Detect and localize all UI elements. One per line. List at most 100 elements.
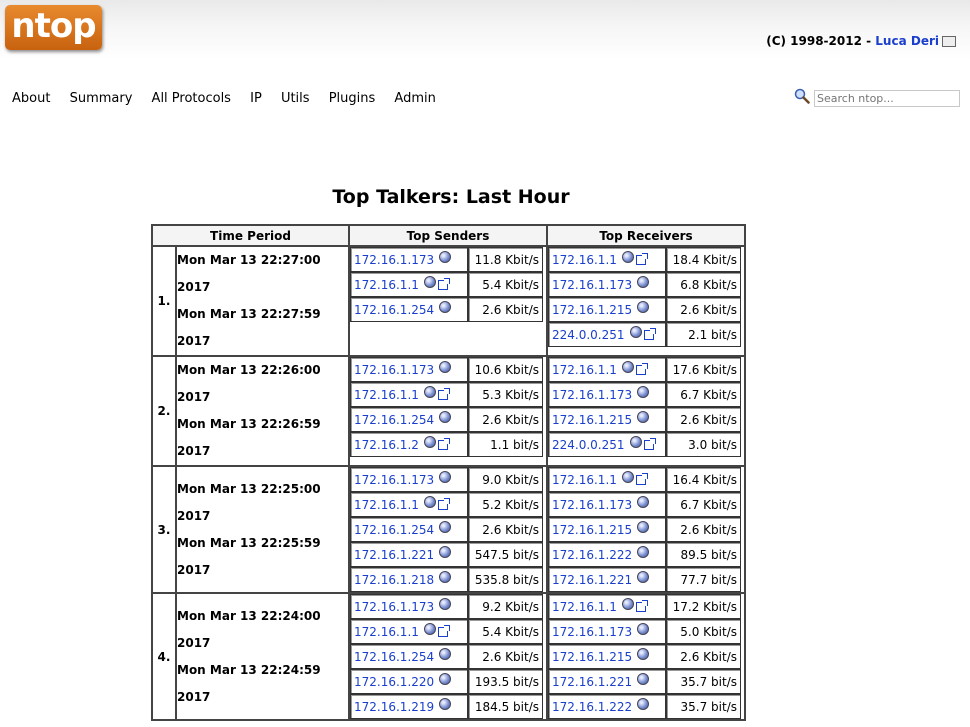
host-link[interactable]: 172.16.1.254 [354, 650, 434, 664]
host-cell: 172.16.1.218 [350, 567, 468, 592]
sender-row: 172.16.1.254 2.6 Kbit/s [350, 644, 543, 669]
globe-icon [423, 385, 436, 398]
throughput-value: 2.6 Kbit/s [468, 644, 543, 669]
ntop-logo[interactable]: ntop [5, 5, 102, 50]
period-start: Mon Mar 13 22:24:00 2017 [177, 608, 321, 650]
host-cell: 172.16.1.221 [548, 567, 666, 592]
nav-ip[interactable]: IP [250, 91, 262, 106]
receiver-row: 172.16.1.215 2.6 Kbit/s [548, 407, 741, 432]
top-receivers-cell: 172.16.1.1 16.4 Kbit/s 172.16.1.173 6.7 Kbi… [546, 465, 746, 594]
host-link[interactable]: 172.16.1.215 [552, 413, 632, 427]
host-cell: 172.16.1.1 [350, 382, 468, 407]
external-link-icon[interactable] [437, 498, 450, 510]
host-link[interactable]: 172.16.1.1 [354, 388, 419, 402]
rank-cell: 2. [151, 355, 177, 467]
external-link-icon[interactable] [437, 438, 450, 450]
host-cell: 172.16.1.254 [350, 407, 468, 432]
host-link[interactable]: 224.0.0.251 [552, 328, 625, 342]
external-link-icon[interactable] [635, 253, 648, 265]
host-link[interactable]: 172.16.1.215 [552, 650, 632, 664]
host-link[interactable]: 172.16.1.173 [552, 625, 632, 639]
host-cell: 172.16.1.173 [548, 382, 666, 407]
external-link-icon[interactable] [437, 625, 450, 637]
host-link[interactable]: 172.16.1.1 [354, 278, 419, 292]
host-cell: 172.16.1.221 [548, 669, 666, 694]
host-link[interactable]: 172.16.1.221 [552, 573, 632, 587]
host-link[interactable]: 172.16.1.221 [552, 675, 632, 689]
globe-icon [439, 647, 452, 660]
host-link[interactable]: 172.16.1.1 [552, 363, 617, 377]
throughput-value: 5.3 Kbit/s [468, 382, 543, 407]
nav-plugins[interactable]: Plugins [329, 91, 376, 106]
globe-icon [637, 410, 650, 423]
host-link[interactable]: 172.16.1.1 [354, 625, 419, 639]
host-link[interactable]: 172.16.1.221 [354, 548, 434, 562]
throughput-value: 77.7 bit/s [666, 567, 741, 592]
external-link-icon[interactable] [635, 600, 648, 612]
mail-icon[interactable] [942, 36, 956, 47]
host-link[interactable]: 172.16.1.173 [354, 363, 434, 377]
external-link-icon[interactable] [643, 328, 656, 340]
host-link[interactable]: 172.16.1.219 [354, 700, 434, 714]
globe-icon [637, 697, 650, 710]
host-link[interactable]: 172.16.1.222 [552, 700, 632, 714]
host-link[interactable]: 172.16.1.254 [354, 523, 434, 537]
host-link[interactable]: 172.16.1.1 [552, 600, 617, 614]
rank-cell: 3. [151, 465, 177, 594]
throughput-value: 2.6 Kbit/s [666, 517, 741, 542]
host-cell: 172.16.1.254 [350, 517, 468, 542]
receiver-row: 172.16.1.215 2.6 Kbit/s [548, 517, 741, 542]
globe-icon [423, 495, 436, 508]
host-link[interactable]: 172.16.1.173 [552, 388, 632, 402]
host-link[interactable]: 172.16.1.254 [354, 413, 434, 427]
host-link[interactable]: 172.16.1.2 [354, 438, 419, 452]
sender-row: 172.16.1.1 5.4 Kbit/s [350, 619, 543, 644]
nav-all-protocols[interactable]: All Protocols [152, 91, 231, 106]
host-link[interactable]: 172.16.1.222 [552, 548, 632, 562]
host-cell: 224.0.0.251 [548, 432, 666, 457]
host-link[interactable]: 172.16.1.1 [552, 253, 617, 267]
nav-summary[interactable]: Summary [70, 91, 133, 106]
nav-about[interactable]: About [12, 91, 50, 106]
host-link[interactable]: 224.0.0.251 [552, 438, 625, 452]
receiver-row: 172.16.1.222 89.5 bit/s [548, 542, 741, 567]
sender-list: 172.16.1.173 9.0 Kbit/s 172.16.1.1 5.2 Kbit… [350, 467, 543, 592]
receiver-list: 172.16.1.1 18.4 Kbit/s 172.16.1.173 6.8 Kbi… [548, 247, 741, 347]
host-link[interactable]: 172.16.1.215 [552, 303, 632, 317]
globe-icon [629, 325, 642, 338]
throughput-value: 18.4 Kbit/s [666, 247, 741, 272]
external-link-icon[interactable] [635, 473, 648, 485]
external-link-icon[interactable] [635, 363, 648, 375]
host-cell: 172.16.1.215 [548, 297, 666, 322]
external-link-icon[interactable] [643, 438, 656, 450]
host-link[interactable]: 172.16.1.218 [354, 573, 434, 587]
globe-icon [439, 410, 452, 423]
external-link-icon[interactable] [437, 278, 450, 290]
receiver-list: 172.16.1.1 17.6 Kbit/s 172.16.1.173 6.7 Kbi… [548, 357, 741, 457]
globe-icon [439, 250, 452, 263]
external-link-icon[interactable] [437, 388, 450, 400]
host-cell: 172.16.1.215 [548, 517, 666, 542]
copyright-text: (C) 1998-2012 - [766, 34, 876, 48]
throughput-value: 6.7 Kbit/s [666, 382, 741, 407]
host-link[interactable]: 172.16.1.173 [552, 498, 632, 512]
host-link[interactable]: 172.16.1.215 [552, 523, 632, 537]
host-link[interactable]: 172.16.1.1 [354, 498, 419, 512]
header-bar: ntop (C) 1998-2012 - Luca Deri [0, 0, 970, 60]
copyright: (C) 1998-2012 - Luca Deri [766, 34, 956, 48]
author-link[interactable]: Luca Deri [875, 34, 939, 48]
host-cell: 172.16.1.1 [548, 594, 666, 619]
top-receivers-cell: 172.16.1.1 18.4 Kbit/s 172.16.1.173 6.8 Kbi… [546, 245, 746, 357]
host-link[interactable]: 172.16.1.173 [354, 253, 434, 267]
host-link[interactable]: 172.16.1.1 [552, 473, 617, 487]
search-input[interactable] [814, 90, 960, 107]
sender-row: 172.16.1.173 11.8 Kbit/s [350, 247, 543, 272]
period-end: Mon Mar 13 22:26:59 2017 [177, 417, 321, 458]
host-link[interactable]: 172.16.1.220 [354, 675, 434, 689]
nav-admin[interactable]: Admin [394, 91, 435, 106]
nav-utils[interactable]: Utils [281, 91, 310, 106]
host-link[interactable]: 172.16.1.173 [354, 473, 434, 487]
host-link[interactable]: 172.16.1.173 [552, 278, 632, 292]
host-link[interactable]: 172.16.1.173 [354, 600, 434, 614]
host-link[interactable]: 172.16.1.254 [354, 303, 434, 317]
